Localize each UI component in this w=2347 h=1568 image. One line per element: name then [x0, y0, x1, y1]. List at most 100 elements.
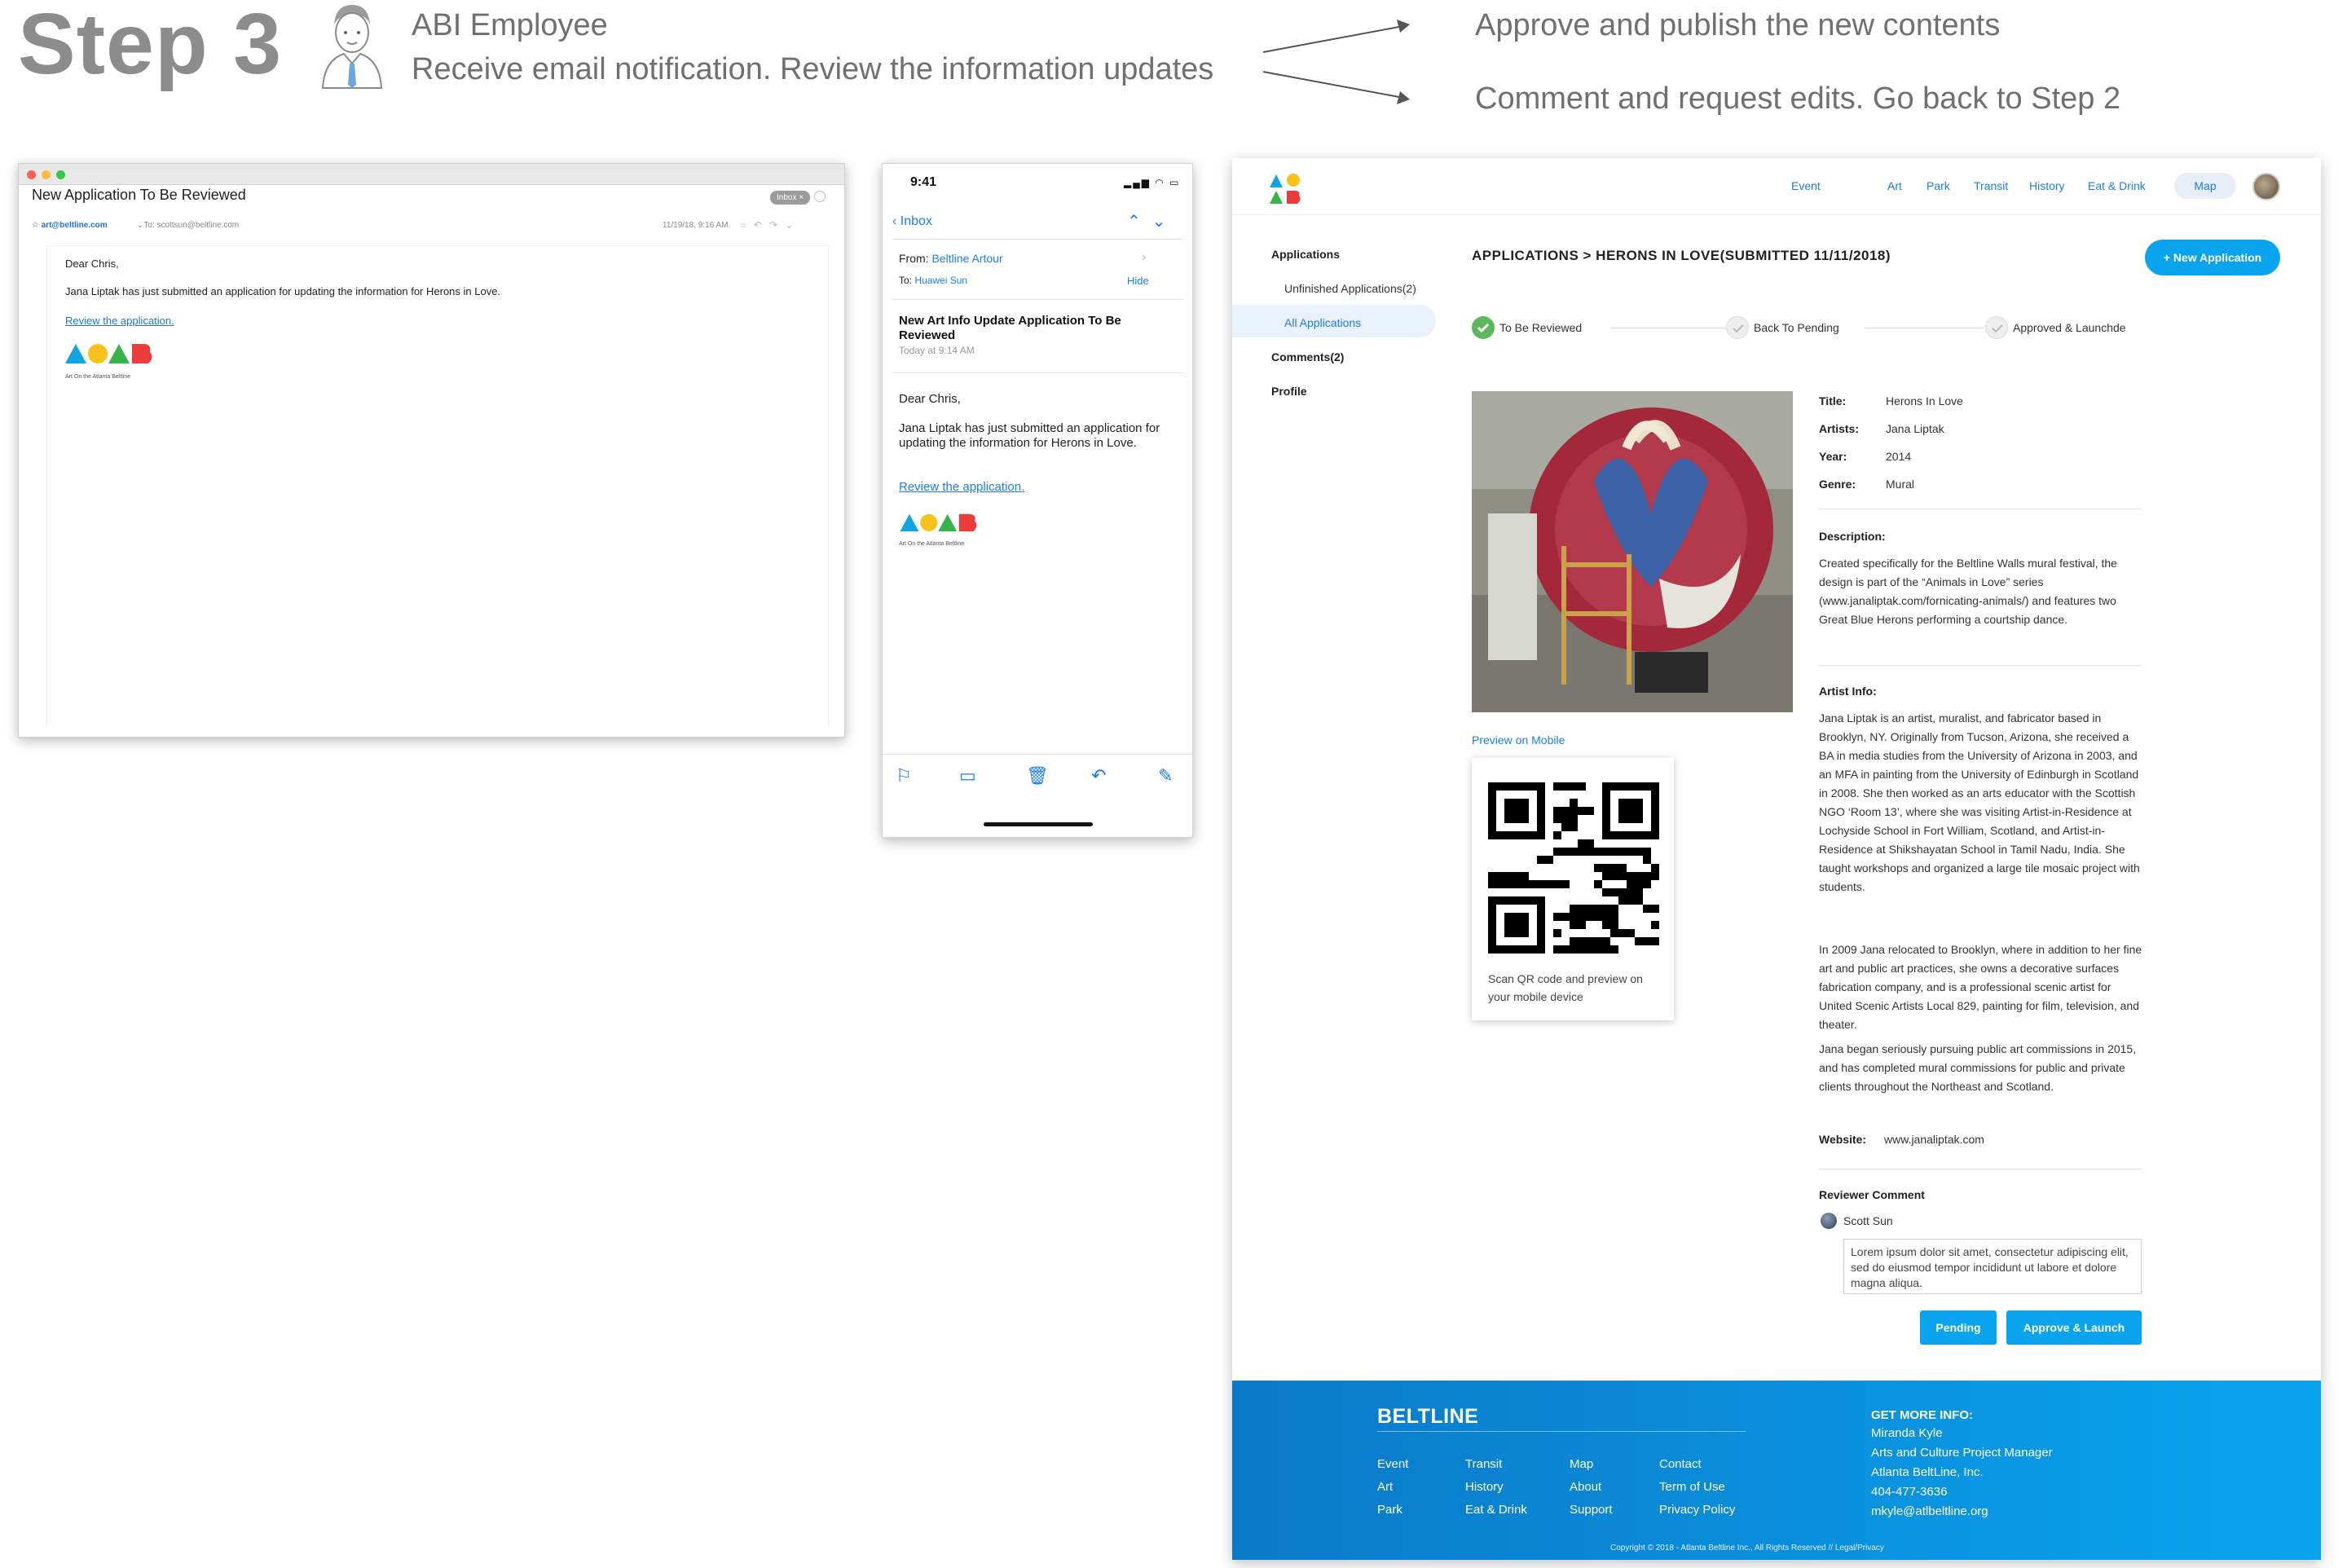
nav-art[interactable]: Art: [1887, 179, 1902, 192]
genre-label: Genre:: [1819, 478, 1856, 491]
star-icon[interactable]: ☆: [32, 221, 42, 230]
footer-link[interactable]: Park: [1377, 1503, 1402, 1517]
status-icons: ▂▄▆ ◠ ▭: [1124, 177, 1181, 188]
branch-arrows-icon: [1262, 20, 1410, 104]
user-avatar[interactable]: [2252, 173, 2280, 200]
divider: [1819, 665, 2142, 666]
to-name[interactable]: Huawei Sun: [914, 275, 967, 286]
phone-toolbar: ⚐ ▭ 🗑 ↶ ✎: [883, 765, 1194, 798]
contact-email[interactable]: mkyle@atlbeltline.org: [1871, 1504, 1988, 1518]
footer-link[interactable]: Contact: [1659, 1457, 1702, 1471]
window-titlebar: [19, 164, 844, 185]
maximize-window-icon[interactable]: [56, 170, 65, 179]
reply-icon[interactable]: ↶: [1091, 765, 1106, 786]
footer-link[interactable]: Art: [1377, 1480, 1393, 1494]
qr-code-card: Scan QR code and preview on your mobile …: [1472, 758, 1674, 1020]
sidebar-item-applications[interactable]: Applications: [1271, 248, 1340, 261]
description-label: Description:: [1819, 530, 1886, 543]
folder-icon[interactable]: ▭: [959, 765, 976, 786]
approve-launch-button[interactable]: Approve & Launch: [2006, 1310, 2142, 1345]
genre-value: Mural: [1886, 478, 1915, 491]
step-done-icon: [1472, 316, 1495, 339]
sidebar-item-comments[interactable]: Comments(2): [1271, 350, 1344, 363]
contact-org: Atlanta BeltLine, Inc.: [1871, 1465, 1984, 1479]
employee-avatar-icon: [321, 5, 383, 89]
app-logo-icon[interactable]: [1268, 171, 1302, 205]
divider: [892, 372, 1184, 373]
footer-link[interactable]: Map: [1570, 1457, 1593, 1471]
footer-link[interactable]: Transit: [1465, 1457, 1502, 1471]
footer-link[interactable]: Support: [1570, 1503, 1613, 1517]
option-comment: Comment and request edits. Go back to St…: [1475, 81, 2121, 116]
contact-name: Miranda Kyle: [1871, 1426, 1943, 1440]
compose-icon[interactable]: ✎: [1158, 765, 1173, 786]
phone-email-title: New Art Info Update Application To Be Re…: [899, 314, 1121, 342]
from-name[interactable]: Beltline Artour: [931, 252, 1002, 265]
step-approved-icon: [1985, 316, 2008, 339]
new-application-button[interactable]: + New Application: [2145, 240, 2280, 275]
from-label: From:: [899, 252, 929, 265]
footer-link[interactable]: Term of Use: [1659, 1480, 1725, 1494]
footer-link[interactable]: Privacy Policy: [1659, 1503, 1735, 1517]
step-description: Receive email notification. Review the i…: [412, 52, 1214, 86]
artwork-photo[interactable]: [1472, 391, 1793, 712]
sidebar-item-all[interactable]: All Applications: [1284, 316, 1361, 329]
website-value[interactable]: www.janaliptak.com: [1884, 1133, 1984, 1146]
email-greeting: Dear Chris,: [65, 258, 119, 270]
nav-event[interactable]: Event: [1791, 179, 1821, 192]
chevron-up-icon[interactable]: ⌃: [1127, 213, 1152, 231]
pending-button[interactable]: Pending: [1920, 1310, 1997, 1345]
trash-icon[interactable]: 🗑: [1026, 765, 1049, 786]
artists-label: Artists:: [1819, 422, 1860, 435]
artist-info-text-1: Jana Liptak is an artist, muralist, and …: [1819, 711, 2140, 893]
footer: BELTLINE Event Art Park Transit History …: [1232, 1381, 2321, 1560]
chevron-right-icon[interactable]: ›: [1142, 250, 1146, 265]
logo-caption: Art On the Atlanta Beltline: [65, 374, 131, 380]
breadcrumb: APPLICATIONS > HERONS IN LOVE(SUBMITTED …: [1472, 248, 1891, 263]
email-date: 11/19/18, 9:16 AM: [663, 221, 729, 230]
back-label: Inbox: [900, 214, 932, 228]
message-nav[interactable]: ⌃⌄: [1127, 211, 1178, 231]
reply-actions-icon[interactable]: ○ ↶ ↷ ⌄: [740, 219, 795, 231]
phone-review-link[interactable]: Review the application.: [899, 480, 1024, 494]
aob-logo: Art On the Atlanta Beltline: [65, 342, 155, 380]
footer-link[interactable]: About: [1570, 1480, 1601, 1494]
footer-link[interactable]: Event: [1377, 1457, 1408, 1471]
nav-transit[interactable]: Transit: [1974, 179, 2008, 192]
qr-code-icon[interactable]: [1488, 782, 1659, 954]
flag-icon[interactable]: ⚐: [896, 765, 912, 786]
footer-link[interactable]: Eat & Drink: [1465, 1503, 1527, 1517]
chevron-down-icon[interactable]: ⌄: [1152, 213, 1178, 231]
sidebar-item-unfinished[interactable]: Unfinished Applications(2): [1284, 282, 1416, 295]
status-time: 9:41: [910, 175, 937, 189]
footer-brand: BELTLINE: [1377, 1405, 1479, 1428]
review-link[interactable]: Review the application.: [65, 315, 174, 327]
phone-to: To: Huawei Sun: [899, 275, 967, 286]
desktop-email-window: New Application To Be Reviewed Inbox × ☆…: [18, 163, 845, 738]
close-window-icon[interactable]: [27, 170, 36, 179]
comment-textarea[interactable]: Lorem ipsum dolor sit amet, consectetur …: [1843, 1239, 2142, 1294]
nav-map-button[interactable]: Map: [2174, 173, 2236, 199]
phone-email-date: Today at 9:14 AM: [899, 345, 975, 356]
footer-link[interactable]: History: [1465, 1480, 1504, 1494]
back-to-inbox-button[interactable]: ‹ Inbox: [892, 214, 932, 229]
home-indicator[interactable]: [984, 822, 1093, 826]
recipient-address: To: scottsun@beltline.com: [143, 221, 240, 230]
phone-greeting: Dear Chris,: [899, 392, 961, 406]
minimize-window-icon[interactable]: [42, 170, 51, 179]
contact-phone[interactable]: 404-477-3636: [1871, 1485, 1947, 1499]
sidebar-item-profile[interactable]: Profile: [1271, 385, 1307, 398]
hide-button[interactable]: Hide: [1127, 275, 1149, 287]
email-body: Dear Chris, Jana Liptak has just submitt…: [46, 245, 829, 726]
toolbar-divider: [883, 754, 1194, 755]
footer-divider: [1377, 1431, 1746, 1432]
nav-history[interactable]: History: [2029, 179, 2065, 192]
mark-read-icon[interactable]: [814, 191, 826, 202]
step-pending-icon: [1726, 316, 1749, 339]
email-from[interactable]: ☆ art@beltline.com: [32, 221, 108, 230]
role-label: ABI Employee: [412, 8, 608, 42]
mailbox-badge[interactable]: Inbox ×: [770, 191, 811, 205]
preview-on-mobile-link[interactable]: Preview on Mobile: [1472, 733, 1565, 747]
nav-park[interactable]: Park: [1926, 179, 1950, 192]
nav-eat-drink[interactable]: Eat & Drink: [2088, 179, 2146, 192]
